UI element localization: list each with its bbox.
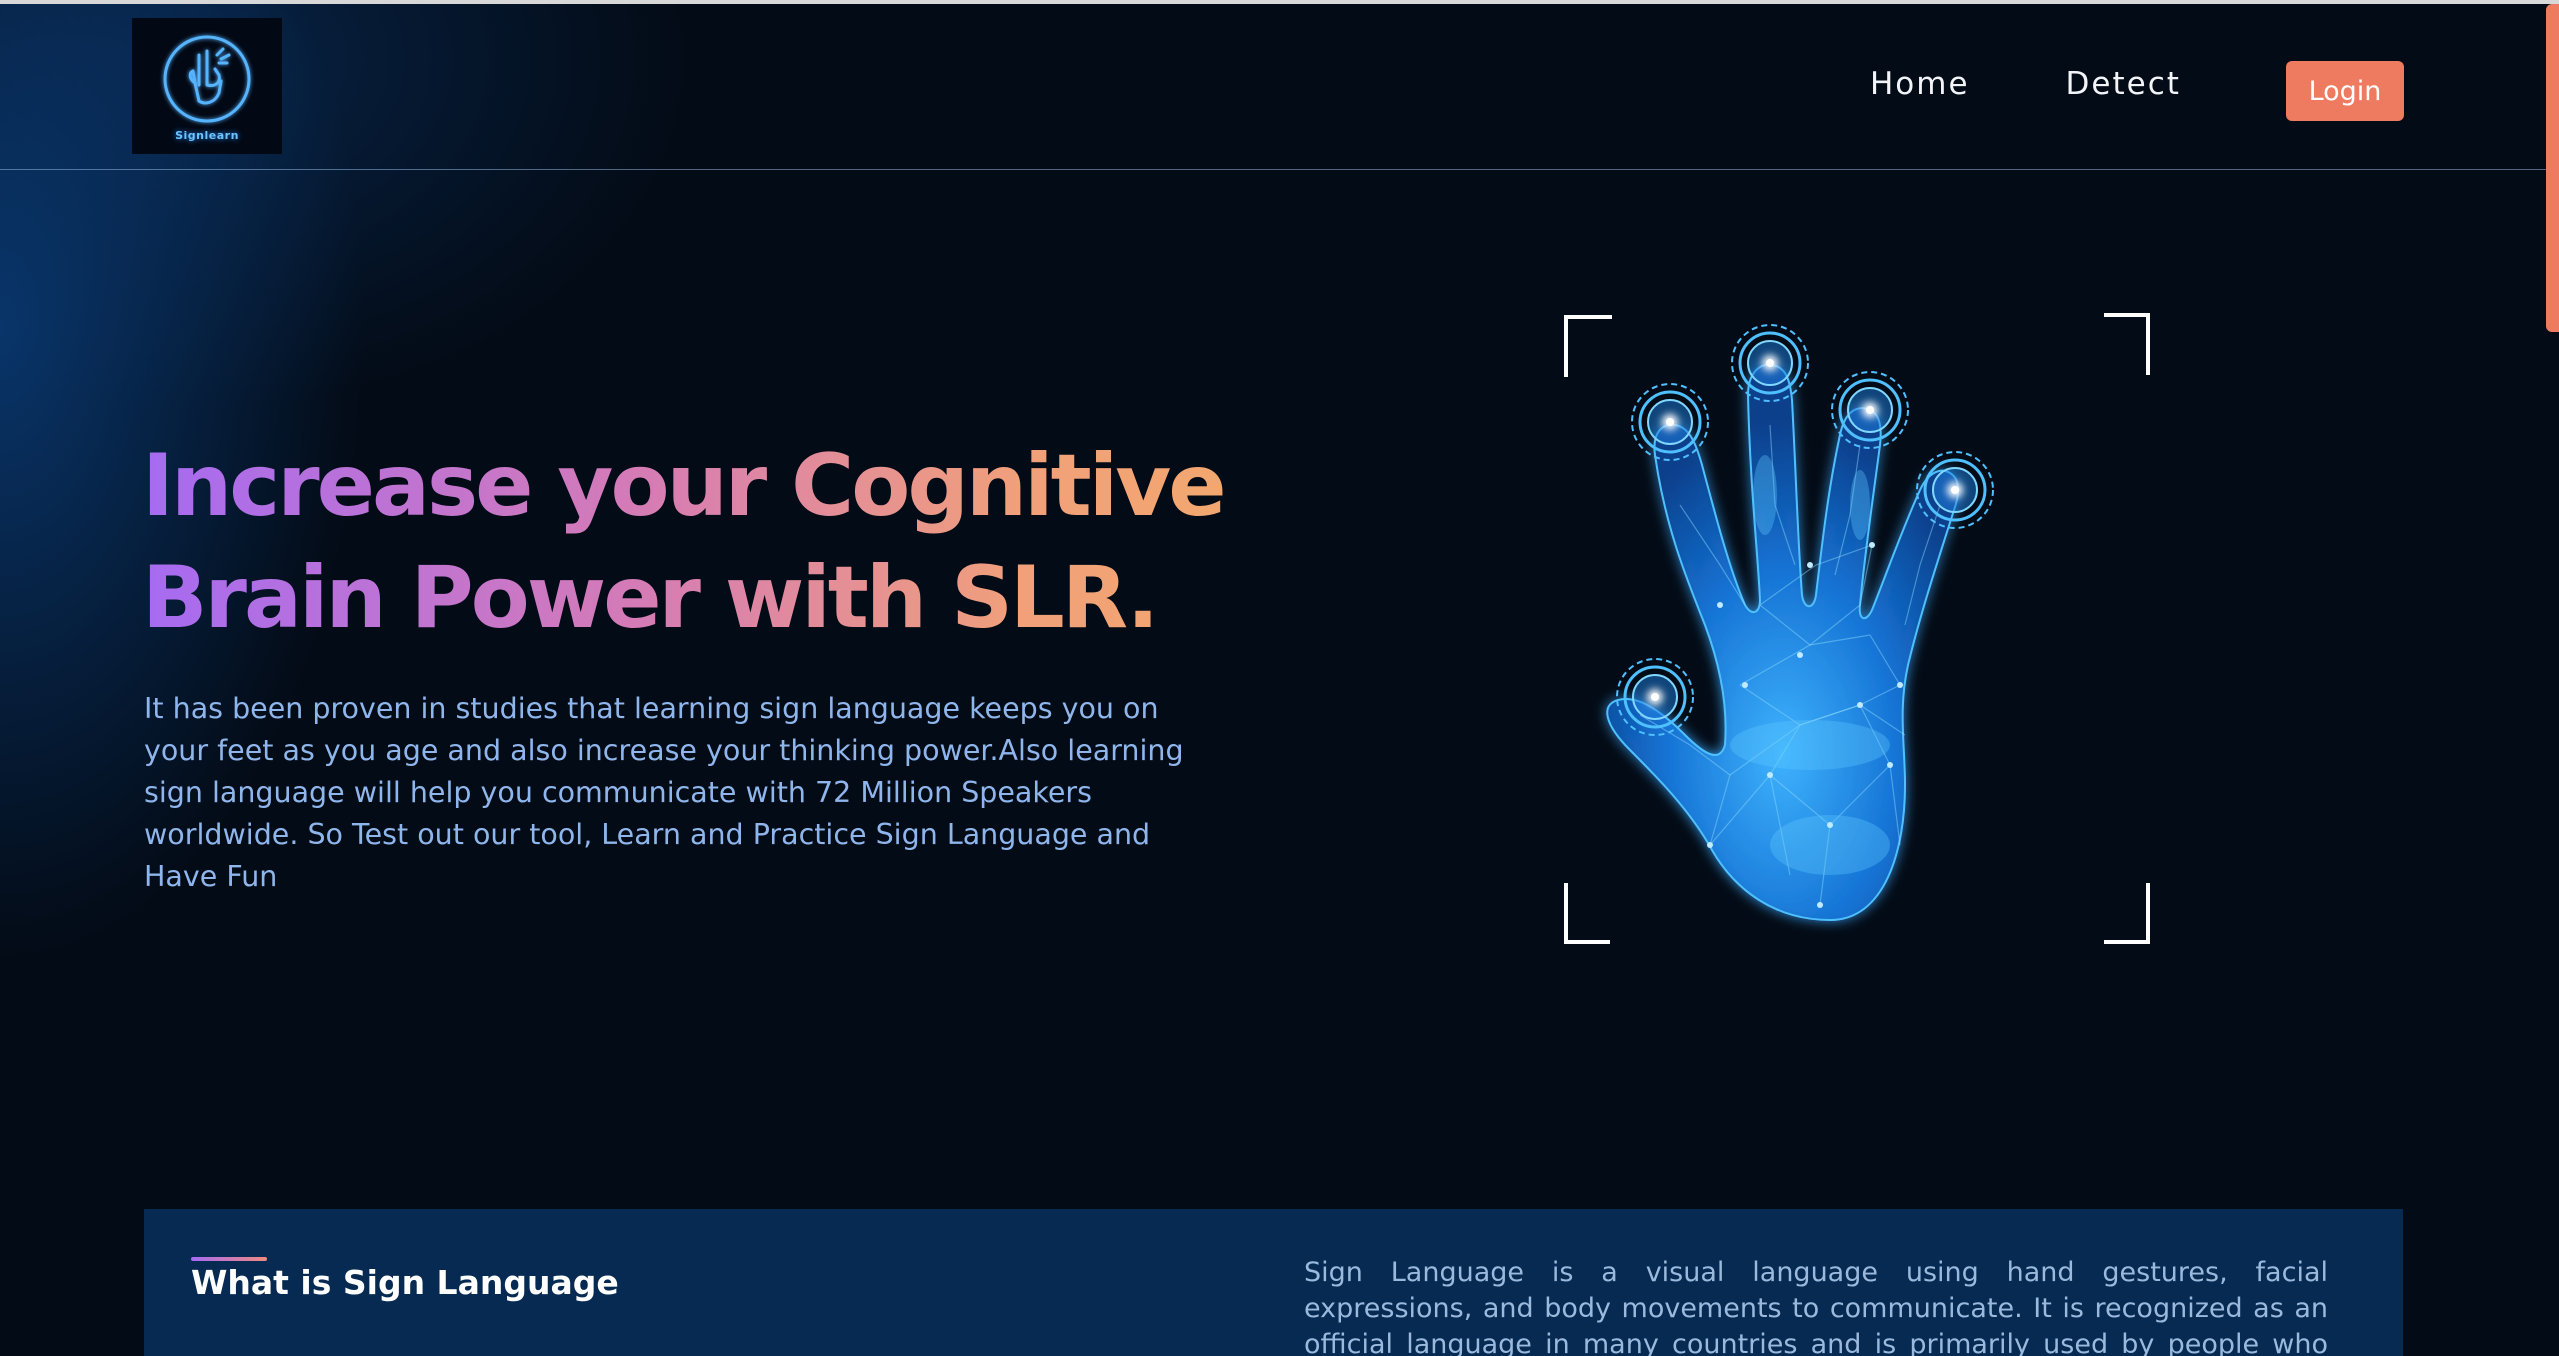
hero-title: Increase your Cognitive Brain Power with…	[142, 430, 1242, 654]
site-header: Signlearn Home Detect Login	[0, 4, 2559, 170]
info-text: Sign Language is a visual language using…	[1304, 1257, 2328, 1356]
logo[interactable]: Signlearn	[132, 18, 282, 154]
main-nav: Home Detect	[1870, 66, 2181, 102]
hand-sign-icon	[163, 35, 251, 122]
scanned-hand-icon	[1564, 313, 2150, 944]
nav-detect-link[interactable]: Detect	[2066, 66, 2181, 102]
hero-description: It has been proven in studies that learn…	[144, 692, 1184, 893]
info-card: What is Sign Language Sign Language is a…	[144, 1209, 2403, 1356]
info-title: What is Sign Language	[191, 1263, 619, 1302]
hero-title-line2: Brain Power with SLR.	[142, 548, 1157, 648]
nav-home-link[interactable]: Home	[1870, 66, 1970, 102]
hero-hand-image	[1560, 305, 2160, 950]
login-button[interactable]: Login	[2286, 61, 2404, 121]
scrollbar-thumb[interactable]	[2546, 4, 2559, 332]
title-accent-bar	[191, 1257, 267, 1261]
hero-title-line1: Increase your Cognitive	[142, 436, 1224, 536]
logo-text: Signlearn	[175, 128, 239, 142]
page: Signlearn Home Detect Login Increase you…	[0, 0, 2559, 1356]
